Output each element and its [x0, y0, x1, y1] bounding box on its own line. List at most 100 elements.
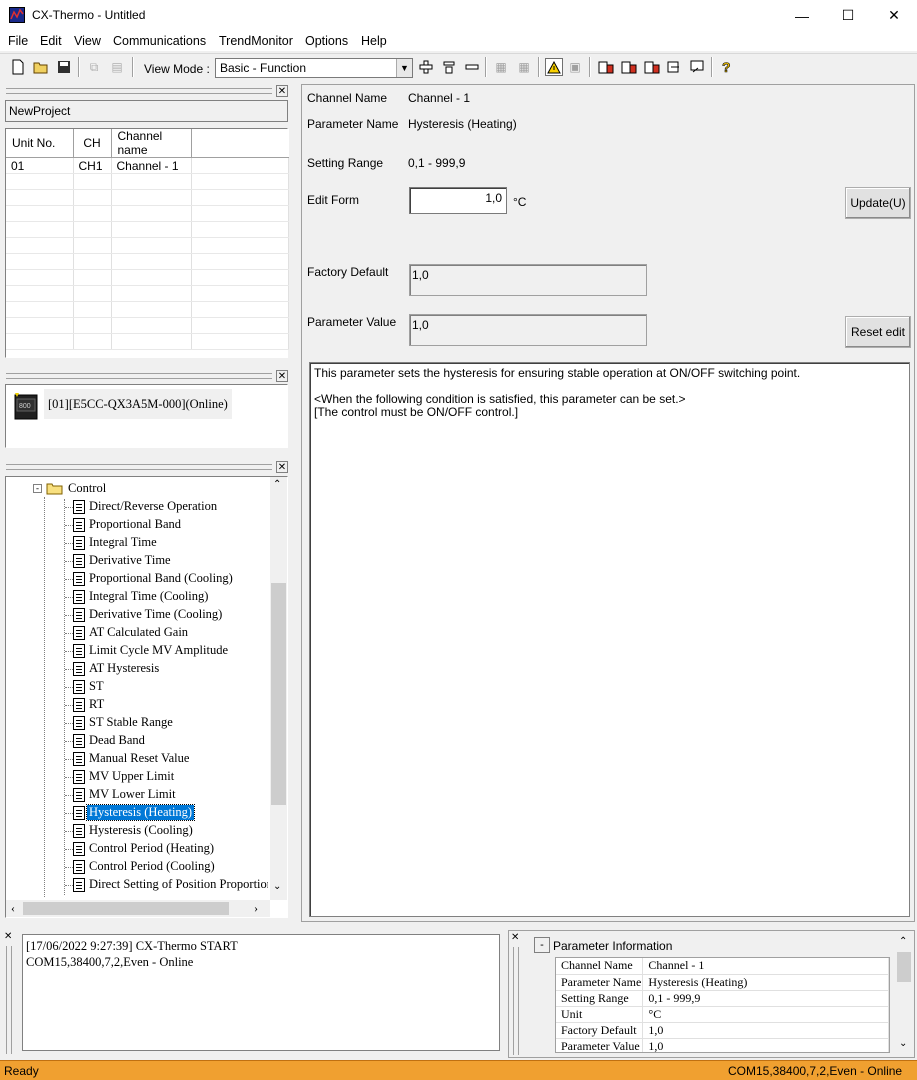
device-upload-icon[interactable]	[597, 58, 615, 76]
insert-icon[interactable]	[440, 58, 458, 76]
scroll-down-icon[interactable]: ⌄	[899, 1038, 907, 1049]
scroll-down-icon[interactable]: ⌄	[273, 881, 281, 892]
column-header-ch[interactable]: CH	[73, 129, 112, 158]
minimize-button[interactable]: —	[779, 0, 825, 31]
tree-item-label: Hysteresis (Heating)	[85, 804, 196, 821]
info-title: Parameter Information	[553, 939, 673, 953]
view-mode-select[interactable]: Basic - Function	[215, 58, 413, 78]
reset-edit-button[interactable]: Reset edit	[845, 316, 911, 348]
chevron-down-icon[interactable]: ▼	[396, 59, 412, 77]
close-button[interactable]: ✕	[871, 0, 917, 31]
tree-item[interactable]: Direct/Reverse Operation	[6, 498, 268, 516]
tree-item[interactable]: Dead Band	[6, 732, 268, 750]
tree-item[interactable]: ST	[6, 678, 268, 696]
close-icon[interactable]: ✕	[4, 932, 14, 942]
menu-trendmonitor[interactable]: TrendMonitor	[219, 34, 293, 48]
document-icon	[73, 842, 85, 856]
menu-edit[interactable]: Edit	[40, 34, 62, 48]
tree-item[interactable]: Limit Cycle MV Amplitude	[6, 642, 268, 660]
table-icon[interactable]: ▦	[515, 58, 533, 76]
scroll-up-icon[interactable]: ⌃	[273, 479, 281, 490]
tree-item[interactable]: Integral Time (Cooling)	[6, 588, 268, 606]
factory-default-value: 1,0	[409, 264, 647, 296]
close-icon[interactable]: ✕	[276, 85, 288, 97]
tree-item[interactable]: MV Upper Limit	[6, 768, 268, 786]
parameter-name-label: Parameter Name	[307, 117, 399, 131]
tree-item[interactable]: Manual Reset Value	[6, 750, 268, 768]
document-icon	[73, 752, 85, 766]
description-line: This parameter sets the hysteresis for e…	[314, 366, 801, 380]
document-icon	[73, 662, 85, 676]
tree-item[interactable]: Hysteresis (Cooling)	[6, 822, 268, 840]
remove-icon[interactable]	[463, 58, 481, 76]
scroll-thumb[interactable]	[23, 902, 229, 915]
copy-icon[interactable]: ⧉	[85, 58, 103, 76]
tree-item[interactable]: MV Lower Limit	[6, 786, 268, 804]
open-folder-icon[interactable]	[32, 58, 50, 76]
tree-item[interactable]: Hysteresis (Heating)	[6, 804, 268, 822]
device-transfer-icon[interactable]	[666, 58, 684, 76]
maximize-button[interactable]: ☐	[825, 0, 871, 31]
document-icon	[73, 788, 85, 802]
menu-view[interactable]: View	[74, 34, 101, 48]
project-name[interactable]: NewProject	[5, 100, 288, 122]
tree-item[interactable]: Control Period (Heating)	[6, 840, 268, 858]
close-icon[interactable]: ✕	[276, 461, 288, 473]
edit-value-input[interactable]: 1,0	[409, 187, 507, 214]
tree-item-label: Dead Band	[89, 733, 145, 747]
device-compare-icon[interactable]	[643, 58, 661, 76]
device-monitor-icon[interactable]	[689, 58, 707, 76]
tree-item[interactable]: Direct Setting of Position Proportional	[6, 876, 268, 894]
help-icon[interactable]: ?	[718, 58, 736, 76]
close-icon[interactable]: ✕	[276, 370, 288, 382]
scroll-thumb[interactable]	[897, 952, 911, 982]
scroll-thumb[interactable]	[271, 583, 286, 805]
collapse-button[interactable]: -	[534, 937, 550, 953]
new-file-icon[interactable]	[9, 58, 27, 76]
save-icon[interactable]	[55, 58, 73, 76]
tree-item[interactable]: AT Calculated Gain	[6, 624, 268, 642]
scroll-right-icon[interactable]: ›	[254, 901, 258, 916]
warning-icon[interactable]	[545, 58, 563, 76]
tree-item[interactable]: Integral Time	[6, 534, 268, 552]
tree-item[interactable]: RT	[6, 696, 268, 714]
tree-item[interactable]: Proportional Band (Cooling)	[6, 570, 268, 588]
menu-communications[interactable]: Communications	[113, 34, 206, 48]
paste-icon[interactable]: ▤	[108, 58, 126, 76]
scroll-left-icon[interactable]: ‹	[11, 901, 15, 916]
tree-item-label: MV Upper Limit	[89, 769, 175, 783]
svg-text:800: 800	[19, 403, 31, 410]
tree-item[interactable]: AT Hysteresis	[6, 660, 268, 678]
info-key: Channel Name	[556, 958, 644, 975]
document-icon	[73, 626, 85, 640]
settings-icon[interactable]: ▣	[566, 58, 584, 76]
tree-item-label: Limit Cycle MV Amplitude	[89, 643, 229, 657]
scroll-up-icon[interactable]: ⌃	[899, 936, 907, 947]
add-icon[interactable]	[417, 58, 435, 76]
table-row[interactable]: 01 CH1 Channel - 1	[6, 157, 289, 174]
document-icon	[73, 824, 85, 838]
device-download-icon[interactable]	[620, 58, 638, 76]
factory-default-label: Factory Default	[307, 265, 389, 279]
menu-help[interactable]: Help	[361, 34, 387, 48]
tree-item-label: Control Period (Cooling)	[89, 859, 215, 873]
tree-item[interactable]: ST Stable Range	[6, 714, 268, 732]
column-header-unit-no[interactable]: Unit No.	[6, 129, 74, 158]
update-button[interactable]: Update(U)	[845, 187, 911, 219]
tree-item[interactable]: Derivative Time (Cooling)	[6, 606, 268, 624]
document-icon	[73, 698, 85, 712]
title-bar: CX-Thermo - Untitled — ☐ ✕	[0, 0, 917, 31]
grid-icon[interactable]: ▦	[492, 58, 510, 76]
menu-options[interactable]: Options	[305, 34, 348, 48]
tree-item[interactable]: Derivative Time	[6, 552, 268, 570]
info-scrollbar[interactable]: ⌃ ⌄	[895, 934, 913, 1054]
collapse-icon[interactable]: -	[33, 484, 42, 493]
tree-item-label: Control Period (Heating)	[89, 841, 214, 855]
menu-file[interactable]: File	[8, 34, 28, 48]
device-label[interactable]: [01][E5CC-QX3A5M-000](Online)	[44, 389, 232, 419]
tree-item[interactable]: Control Period (Cooling)	[6, 858, 268, 876]
close-icon[interactable]: ✕	[511, 933, 521, 943]
tree-item-label: Integral Time	[89, 535, 157, 549]
tree-item[interactable]: Proportional Band	[6, 516, 268, 534]
column-header-channel-name[interactable]: Channel name	[111, 129, 192, 158]
